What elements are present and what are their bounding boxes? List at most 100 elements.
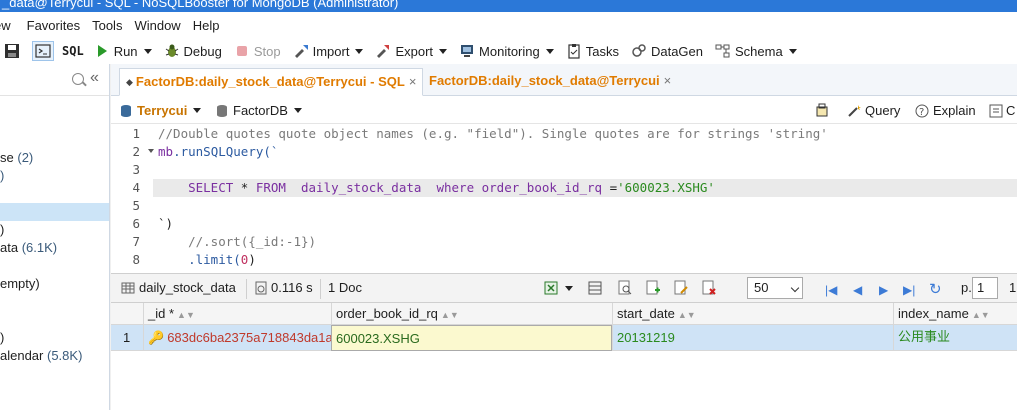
fold-icon[interactable] bbox=[148, 149, 154, 153]
export-button[interactable]: Export bbox=[375, 43, 448, 59]
page-size-select[interactable]: 50 bbox=[747, 277, 803, 299]
tab-label: FactorDB:daily_stock_data@Terrycui bbox=[429, 73, 660, 88]
sidebar-item[interactable]: ata (6.1K) bbox=[0, 239, 109, 257]
page-size-value: 50 bbox=[754, 280, 769, 295]
sidebar-item[interactable]: ) bbox=[0, 221, 109, 239]
debug-button[interactable]: Debug bbox=[164, 43, 222, 59]
column-header-order-book-id-rq[interactable]: order_book_id_rq ▲▼ bbox=[331, 303, 612, 325]
delete-document-button[interactable] bbox=[701, 280, 717, 296]
close-icon[interactable]: × bbox=[409, 74, 417, 89]
import-icon bbox=[294, 45, 308, 58]
cell-start-date[interactable]: 20131219 bbox=[612, 325, 893, 351]
menu-favorites[interactable]: Favorites bbox=[27, 18, 88, 33]
cell-index-name[interactable]: 公用事业 bbox=[893, 325, 1017, 351]
menu-window[interactable]: Window bbox=[134, 18, 188, 33]
bug-icon bbox=[165, 44, 178, 57]
sort-icon: ▲▼ bbox=[177, 310, 195, 320]
column-header-index-name[interactable]: index_name ▲▼ bbox=[893, 303, 1017, 325]
previous-page-icon[interactable]: ◀ bbox=[853, 283, 862, 297]
next-page-icon[interactable]: ▶ bbox=[879, 283, 888, 297]
code-token: daily_stock_data bbox=[285, 180, 437, 195]
result-doc-count: 1 Doc bbox=[328, 280, 362, 295]
schema-button[interactable]: Schema bbox=[715, 43, 797, 59]
grid-view-icon bbox=[588, 281, 602, 295]
column-header-label: index_name bbox=[898, 306, 969, 321]
search-icon[interactable] bbox=[72, 73, 84, 85]
monitoring-button[interactable]: Monitoring bbox=[459, 43, 554, 59]
close-icon[interactable]: × bbox=[664, 73, 672, 88]
collapse-icon[interactable]: « bbox=[90, 69, 99, 87]
view-mode-button[interactable] bbox=[587, 280, 603, 296]
tasks-button[interactable]: Tasks bbox=[566, 43, 619, 59]
sidebar-item[interactable]: ) bbox=[0, 329, 109, 347]
save-icon bbox=[5, 44, 19, 58]
menu-view[interactable]: ew bbox=[0, 18, 19, 33]
sort-icon: ▲▼ bbox=[677, 310, 696, 320]
clipboard-icon bbox=[568, 44, 580, 59]
export-results-button[interactable] bbox=[543, 280, 573, 296]
sidebar-item[interactable]: ) bbox=[0, 167, 109, 185]
sql-button[interactable]: SQL bbox=[62, 44, 84, 58]
menu-tools[interactable]: Tools bbox=[92, 18, 130, 33]
save-button[interactable] bbox=[4, 43, 24, 59]
database-selector[interactable]: FactorDB bbox=[215, 103, 302, 118]
code-token: where bbox=[436, 180, 475, 195]
query-button[interactable]: Query bbox=[847, 103, 900, 118]
stop-button[interactable]: Stop bbox=[234, 43, 281, 59]
table-row[interactable]: 1 🔑 683dc6ba2375a718843da1aa 600023.XSHG … bbox=[111, 325, 1017, 351]
connection-selector[interactable]: Terrycui bbox=[119, 103, 202, 118]
line-number: 6 bbox=[132, 216, 140, 231]
results-grid: _id * ▲▼ order_book_id_rq ▲▼ start_date ▲▼ … bbox=[111, 303, 1017, 410]
shell-button[interactable] bbox=[32, 41, 54, 61]
code-token: mb bbox=[158, 144, 174, 159]
first-page-icon[interactable]: |◀ bbox=[825, 283, 837, 297]
chevron-down-icon[interactable] bbox=[293, 108, 302, 113]
column-header-start-date[interactable]: start_date ▲▼ bbox=[612, 303, 893, 325]
page-number-input[interactable]: 1 bbox=[972, 277, 998, 299]
line-number: 7 bbox=[132, 234, 140, 249]
cell-order-book-id-rq[interactable]: 600023.XSHG bbox=[331, 325, 612, 351]
tab-sql-editor[interactable]: ◆ FactorDB:daily_stock_data@Terrycui - SQ… bbox=[119, 68, 424, 96]
sidebar-header: « bbox=[0, 64, 109, 96]
find-icon bbox=[618, 280, 632, 295]
refresh-icon[interactable]: ↻ bbox=[929, 280, 942, 298]
run-button[interactable]: Run bbox=[94, 43, 152, 59]
explain-button[interactable]: ? Explain bbox=[915, 103, 976, 118]
database-name: FactorDB bbox=[233, 103, 288, 118]
edit-document-button[interactable] bbox=[673, 280, 689, 296]
monitoring-label: Monitoring bbox=[479, 43, 540, 59]
chevron-down-icon[interactable] bbox=[788, 48, 797, 54]
last-page-icon[interactable]: ▶| bbox=[903, 283, 915, 297]
chevron-down-icon[interactable] bbox=[143, 48, 152, 54]
add-document-button[interactable] bbox=[645, 280, 661, 296]
tab-collection-view[interactable]: FactorDB:daily_stock_data@Terrycui × bbox=[423, 68, 677, 96]
explain-label: Explain bbox=[933, 103, 976, 118]
code-token: '600023.XSHG' bbox=[617, 180, 715, 195]
menu-help[interactable]: Help bbox=[193, 18, 228, 33]
sidebar-item[interactable]: empty) bbox=[0, 275, 109, 293]
chevron-down-icon[interactable] bbox=[439, 48, 448, 54]
divider bbox=[320, 279, 321, 299]
code-line-1: //Double quotes quote object names (e.g.… bbox=[158, 126, 828, 141]
sidebar-item-selected[interactable] bbox=[0, 203, 109, 221]
sidebar-item[interactable]: alendar (5.8K) bbox=[0, 347, 109, 365]
row-number: 1 bbox=[123, 330, 131, 345]
play-icon bbox=[97, 45, 107, 57]
page-total: 1 bbox=[1009, 280, 1017, 295]
import-button[interactable]: Import bbox=[293, 43, 364, 59]
chevron-down-icon[interactable] bbox=[355, 48, 364, 54]
sidebar-item-count: (2) bbox=[17, 150, 34, 165]
sidebar-item[interactable]: se (2) bbox=[0, 149, 109, 167]
snippet-button[interactable] bbox=[815, 103, 829, 117]
chevron-down-icon[interactable] bbox=[565, 285, 573, 291]
main-toolbar: SQL Run Debug Stop Import Export Monitor… bbox=[0, 38, 1017, 64]
code-line-4: SELECT * FROM daily_stock_data where ord… bbox=[158, 179, 715, 197]
datagen-button[interactable]: DataGen bbox=[631, 43, 703, 59]
column-header-id[interactable]: _id * ▲▼ bbox=[143, 303, 331, 325]
chevron-down-icon[interactable] bbox=[545, 48, 554, 54]
code-button[interactable]: C bbox=[989, 103, 1015, 118]
cell-id[interactable]: 🔑 683dc6ba2375a718843da1aa bbox=[143, 325, 331, 351]
chevron-down-icon[interactable] bbox=[193, 108, 202, 113]
find-button[interactable] bbox=[617, 280, 633, 296]
export-label: Export bbox=[395, 43, 434, 59]
